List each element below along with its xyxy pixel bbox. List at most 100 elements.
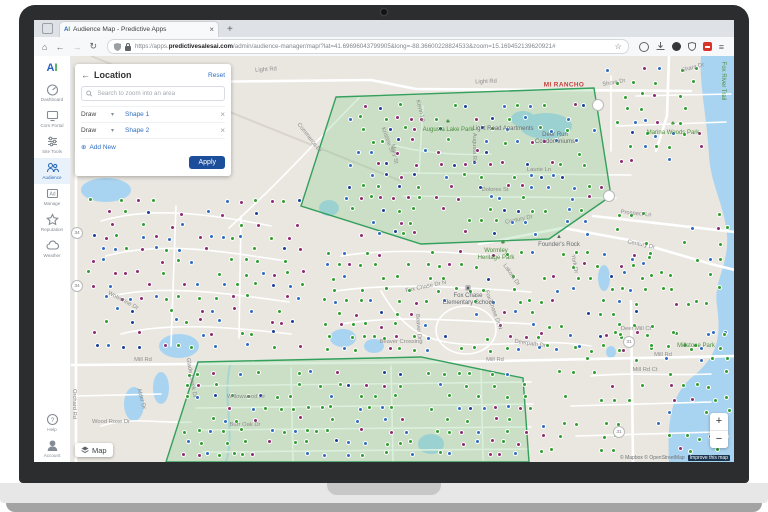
zoom-in-button[interactable]: + <box>710 413 728 431</box>
route-shield: 31 <box>613 426 625 438</box>
poi-label: Light Road Apartments <box>472 126 533 132</box>
map-canvas[interactable]: Light RdLight RdShore DrShara DrCommerce… <box>71 56 734 462</box>
sidebar-item-dashboard[interactable]: Dashboard <box>34 80 70 106</box>
shape-row-2: Draw▾Shape 2× <box>81 122 225 138</box>
tab-close-icon[interactable]: × <box>209 25 214 34</box>
sidebar-item-weather[interactable]: Weather <box>34 236 70 262</box>
poi-label: Condominiums <box>535 139 575 145</box>
sidebar-item-label: Dashboard <box>41 97 63 102</box>
laptop-base-bottom <box>6 503 762 512</box>
street-label: Dolores St <box>481 187 508 193</box>
app-logo[interactable]: AI <box>46 62 57 74</box>
street-label: Mill Rd <box>134 357 152 363</box>
street-label: Century Dr <box>505 214 534 226</box>
route-shield: 31 <box>623 336 635 348</box>
street-label: Laurie Ln <box>527 167 551 173</box>
poi-label: Founder's Rock <box>538 242 580 248</box>
street-label: Kevin Ln <box>414 99 426 122</box>
reset-button[interactable]: Reset <box>208 72 225 79</box>
sidebar-item-reputation[interactable]: Reputation <box>34 210 70 236</box>
browser-tab[interactable]: AI Audience Map - Predictive Apps × <box>59 21 219 37</box>
reload-icon[interactable]: ↻ <box>89 41 97 52</box>
download-icon[interactable] <box>656 42 665 51</box>
attribution-text: © Mapbox © OpenStreetMap <box>620 455 685 461</box>
sidebar-item-audience[interactable]: Audience <box>34 158 70 184</box>
shape-row-1: Draw▾Shape 1× <box>81 106 225 122</box>
laptop-mockup: AI Audience Map - Predictive Apps × + ⌂ … <box>0 0 768 512</box>
shape-vertex-marker <box>603 190 615 202</box>
apply-button[interactable]: Apply <box>189 156 225 169</box>
draw-mode-select[interactable]: Draw <box>81 127 111 134</box>
search-input[interactable] <box>95 89 220 98</box>
map-attribution: © Mapbox © OpenStreetMap Improve this ma… <box>620 455 730 461</box>
laptop-notch <box>327 483 441 495</box>
browser-view-icon[interactable] <box>42 23 53 34</box>
ad-icon: Ad <box>46 187 59 200</box>
remove-shape-icon[interactable]: × <box>220 126 225 135</box>
person-icon <box>46 439 59 452</box>
add-new-button[interactable]: ⊕ Add New <box>81 138 225 151</box>
privacy-shield-icon[interactable] <box>688 42 696 51</box>
sliders-icon <box>46 135 59 148</box>
street-label: Shara Dr <box>681 62 705 74</box>
shape-name[interactable]: Shape 1 <box>125 111 220 118</box>
sidebar-item-site-tools[interactable]: Site Tools <box>34 132 70 158</box>
street-label: Light Rd <box>475 79 497 86</box>
shape-name[interactable]: Shape 2 <box>125 127 220 134</box>
menu-icon[interactable]: ≡ <box>719 42 724 52</box>
sidebar-item-help[interactable]: ?Help <box>34 410 70 436</box>
adblock-icon[interactable] <box>703 42 712 51</box>
park-label: Augusta Lake Park <box>423 127 474 133</box>
street-label: Augusta Rd <box>471 133 477 163</box>
sidebar-item-account[interactable]: Account <box>34 436 70 462</box>
monitor-icon <box>46 109 59 122</box>
address-bar[interactable]: https://apps.predictivesalesai.com/admin… <box>107 39 629 54</box>
sidebar-item-label: Weather <box>43 253 60 258</box>
back-icon[interactable]: ← <box>55 42 64 52</box>
street-label: Orchard Rd <box>71 389 77 419</box>
chevron-down-icon[interactable]: ▾ <box>111 111 125 118</box>
street-label: Deer Mill Ct <box>621 326 651 332</box>
sidebar-item-label: Com Portal <box>41 123 64 128</box>
chevron-down-icon[interactable]: ▾ <box>111 127 125 134</box>
street-label: Century Dr <box>627 239 656 251</box>
layers-icon <box>81 446 89 454</box>
street-label: Mill Rd <box>654 352 672 358</box>
app-favicon: AI <box>64 27 70 33</box>
tree-icon: ♣ <box>683 343 687 349</box>
street-label: Commerce Dr <box>296 122 323 154</box>
improve-map-link[interactable]: Improve this map <box>688 455 730 461</box>
search-box[interactable] <box>81 86 225 101</box>
street-label: Deerpath Dr <box>514 339 546 349</box>
audience-app: AI Dashboard Com Portal Site Tools Audience… <box>34 56 734 462</box>
street-label: Beaver Dr <box>414 314 422 341</box>
street-label: Burr Oak Dr <box>230 422 261 428</box>
app-sidebar: AI Dashboard Com Portal Site Tools Audience… <box>34 56 71 462</box>
remove-shape-icon[interactable]: × <box>220 110 225 119</box>
sidebar-item-com-portal[interactable]: Com Portal <box>34 106 70 132</box>
panel-title: Location <box>94 70 208 80</box>
cloud-icon <box>46 239 59 252</box>
draw-mode-select[interactable]: Draw <box>81 111 111 118</box>
place-label: MI RANCHO <box>544 82 585 89</box>
school-icon: ▣ <box>465 285 471 292</box>
bookmark-star-icon[interactable]: ☆ <box>615 42 622 51</box>
extension-icon[interactable] <box>639 42 649 52</box>
zoom-out-button[interactable]: − <box>710 431 728 448</box>
street-label: Fox Chase Dr N <box>405 280 447 295</box>
url-text: https://apps.predictivesalesai.com/admin… <box>135 43 611 50</box>
sidebar-item-manage[interactable]: AdManage <box>34 184 70 210</box>
forward-icon[interactable]: → <box>72 42 81 52</box>
street-label: Mary St <box>389 144 398 165</box>
map-style-button[interactable]: Map <box>75 443 113 457</box>
street-label: Wolverine Dr <box>107 291 139 312</box>
monument-icon: ▲ <box>556 234 562 240</box>
star-icon <box>46 213 59 226</box>
sidebar-item-label: Site Tools <box>42 149 62 154</box>
home-icon[interactable]: ⌂ <box>42 42 47 52</box>
svg-text:?: ? <box>50 417 54 424</box>
zoom-control: + − <box>710 413 728 448</box>
account-badge-icon[interactable] <box>672 42 681 51</box>
new-tab-button[interactable]: + <box>227 24 233 35</box>
back-icon[interactable]: ← <box>81 70 90 80</box>
